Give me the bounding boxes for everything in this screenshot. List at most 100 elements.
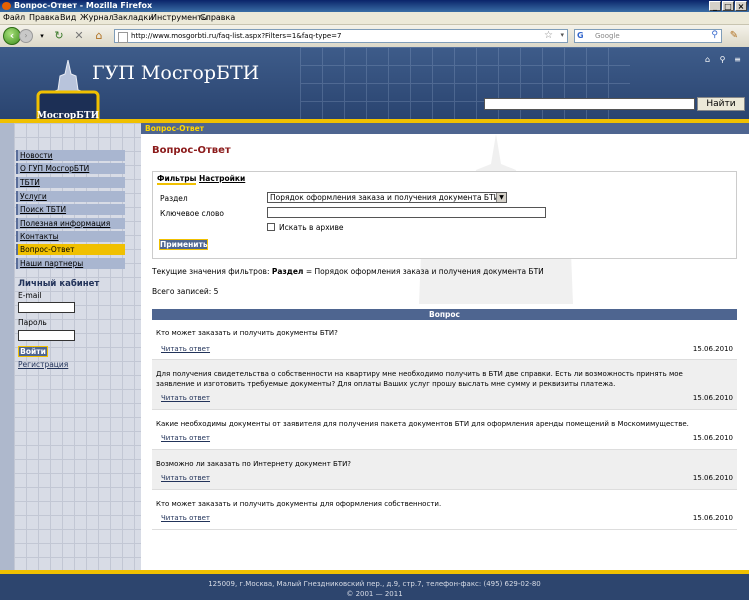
section-select-value: Порядок оформления заказа и получения до… xyxy=(270,193,500,202)
close-button[interactable]: × xyxy=(735,1,747,11)
read-answer-link[interactable]: Читать ответ xyxy=(161,514,210,522)
table-row: Для получения свидетельства о собственно… xyxy=(152,360,737,410)
window-title: Вопрос-Ответ - Mozilla Firefox xyxy=(14,1,153,10)
sidebar-item-contacts[interactable]: Контакты xyxy=(16,231,125,242)
menu-view[interactable]: Вид xyxy=(60,13,76,22)
question-date: 15.06.2010 xyxy=(692,514,733,522)
firefox-icon xyxy=(2,2,11,10)
archive-label: Искать в архиве xyxy=(279,223,344,232)
sidebar-item-label: Наши партнеры xyxy=(20,259,84,268)
search-link-icon[interactable]: ⚲ xyxy=(718,55,727,64)
sidebar-item-label: О ГУП МосгорБТИ xyxy=(20,164,90,173)
table-header: Вопрос xyxy=(152,309,737,320)
read-answer-link[interactable]: Читать ответ xyxy=(161,345,210,353)
home-link-icon[interactable]: ⌂ xyxy=(703,55,712,64)
question-text: Возможно ли заказать по Интернету докуме… xyxy=(156,460,352,468)
menu-edit[interactable]: Правка xyxy=(29,13,59,22)
sidebar-item-about[interactable]: О ГУП МосгорБТИ xyxy=(16,163,125,174)
stop-icon[interactable]: ✕ xyxy=(72,29,86,43)
addon-icon[interactable]: ✎ xyxy=(727,29,741,43)
maximize-button[interactable]: □ xyxy=(722,1,734,11)
menu-help[interactable]: Справка xyxy=(200,13,235,22)
sidebar-item-useful-info[interactable]: Полезная информация xyxy=(16,218,125,229)
table-row: Кто может заказать и получить документы … xyxy=(152,490,737,530)
tab-settings[interactable]: Настройки xyxy=(199,174,245,183)
breadcrumb: Вопрос-Ответ xyxy=(141,123,749,134)
password-field[interactable] xyxy=(18,330,75,341)
sidebar-item-label: Полезная информация xyxy=(20,219,111,228)
site-search-button[interactable]: Найти xyxy=(697,97,745,111)
sidebar-item-search-tbti[interactable]: Поиск ТБТИ xyxy=(16,204,125,215)
sidebar-item-label: Новости xyxy=(20,151,53,160)
chevron-down-icon[interactable]: ▼ xyxy=(496,193,506,202)
menu-history[interactable]: Журнал xyxy=(80,13,114,22)
tab-filters[interactable]: Фильтры xyxy=(157,174,197,185)
table-row: Возможно ли заказать по Интернету докуме… xyxy=(152,450,737,490)
sidebar-item-label: Услуги xyxy=(20,192,47,201)
window-titlebar: Вопрос-Ответ - Mozilla Firefox _ □ × xyxy=(0,0,749,12)
sitemap-icon[interactable]: ≡ xyxy=(733,55,742,64)
url-bar[interactable]: http://www.mosgorbti.ru/faq-list.aspx?Fi… xyxy=(114,29,568,43)
section-label: Раздел xyxy=(160,194,188,203)
menu-bar: Файл Правка Вид Журнал Закладки Инструме… xyxy=(0,12,749,25)
apply-button[interactable]: Применить xyxy=(159,239,208,250)
browser-search-box[interactable]: G Google ⚲ xyxy=(574,29,722,43)
read-answer-link[interactable]: Читать ответ xyxy=(161,434,210,442)
register-link[interactable]: Регистрация xyxy=(18,360,68,369)
current-filters: Текущие значения фильтров: Раздел = Поря… xyxy=(152,267,544,276)
read-answer-link[interactable]: Читать ответ xyxy=(161,474,210,482)
table-row: Кто может заказать и получить документы … xyxy=(152,320,737,360)
magnifier-icon[interactable]: ⚲ xyxy=(711,30,718,40)
forward-button[interactable]: › xyxy=(19,29,33,43)
home-icon[interactable]: ⌂ xyxy=(92,29,106,43)
site-title: ГУП МосгорБТИ xyxy=(92,62,260,84)
sidebar-item-services[interactable]: Услуги xyxy=(16,191,125,202)
question-date: 15.06.2010 xyxy=(692,345,733,353)
page-title: Вопрос-Ответ xyxy=(152,145,231,156)
sidebar-item-faq[interactable]: Вопрос-Ответ xyxy=(16,244,125,255)
menu-file[interactable]: Файл xyxy=(3,13,25,22)
archive-checkbox[interactable] xyxy=(267,223,275,231)
email-label: E-mail xyxy=(18,291,42,300)
read-answer-link[interactable]: Читать ответ xyxy=(161,394,210,402)
breadcrumb-current[interactable]: Вопрос-Ответ xyxy=(145,124,204,133)
sidebar-item-label: Поиск ТБТИ xyxy=(20,205,67,214)
sidebar-item-news[interactable]: Новости xyxy=(16,150,125,161)
current-filters-value: = Порядок оформления заказа и получения … xyxy=(305,267,544,276)
section-select[interactable]: Порядок оформления заказа и получения до… xyxy=(267,192,507,203)
current-filters-prefix: Текущие значения фильтров: xyxy=(152,267,270,276)
total-records: Всего записей: 5 xyxy=(152,287,219,296)
url-text: http://www.mosgorbti.ru/faq-list.aspx?Fi… xyxy=(131,32,342,40)
email-field[interactable] xyxy=(18,302,75,313)
reload-icon[interactable]: ↻ xyxy=(52,29,66,43)
sidebar-item-partners[interactable]: Наши партнеры xyxy=(16,258,125,269)
question-date: 15.06.2010 xyxy=(692,474,733,482)
history-dropdown-icon[interactable]: ▾ xyxy=(35,29,49,43)
question-text: Кто может заказать и получить документы … xyxy=(156,329,338,337)
footer-address: 125009, г.Москва, Малый Гнездниковский п… xyxy=(208,580,541,588)
sidebar-item-label: ТБТИ xyxy=(20,178,40,187)
question-text: Для получения свидетельства о собственно… xyxy=(156,370,683,388)
sidebar-item-label: Вопрос-Ответ xyxy=(20,245,75,254)
minimize-button[interactable]: _ xyxy=(709,1,721,11)
browser-search-placeholder: Google xyxy=(595,32,620,40)
url-dropdown-icon[interactable]: ▾ xyxy=(560,31,564,39)
bookmark-star-icon[interactable]: ☆ xyxy=(544,30,553,41)
site-search-input[interactable] xyxy=(484,98,695,110)
sidebar-item-tbti[interactable]: ТБТИ xyxy=(16,177,125,188)
keyword-label: Ключевое слово xyxy=(160,209,224,218)
login-button[interactable]: Войти xyxy=(18,346,48,357)
question-text: Кто может заказать и получить документы … xyxy=(156,500,442,508)
site-footer: 125009, г.Москва, Малый Гнездниковский п… xyxy=(0,570,749,600)
page-icon xyxy=(118,32,128,43)
question-date: 15.06.2010 xyxy=(692,434,733,442)
footer-copyright: © 2001 — 2011 xyxy=(346,590,403,598)
current-filters-key: Раздел xyxy=(271,267,304,276)
question-text: Какие необходимы документы от заявителя … xyxy=(156,420,689,428)
sidebar-item-label: Контакты xyxy=(20,232,59,241)
cabinet-title: Личный кабинет xyxy=(18,279,100,289)
keyword-input[interactable] xyxy=(267,207,546,218)
menu-bookmarks[interactable]: Закладки xyxy=(113,13,153,22)
left-decor-strip xyxy=(0,123,14,570)
google-icon: G xyxy=(577,31,584,40)
